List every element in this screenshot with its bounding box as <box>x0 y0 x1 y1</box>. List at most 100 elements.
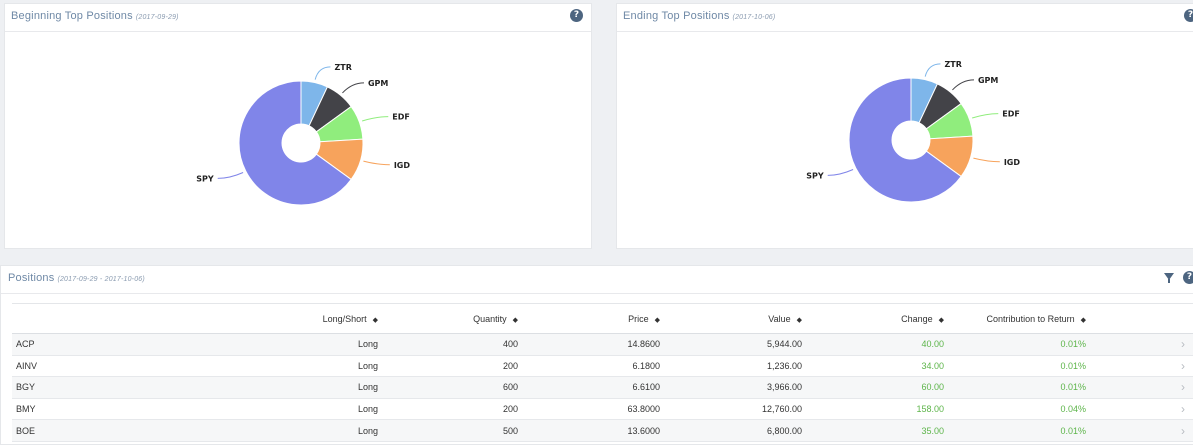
symbol-cell: ACP <box>12 333 132 356</box>
slice-label-igd: IGD <box>1004 158 1021 167</box>
table-row[interactable]: AINV Long 200 6.1800 1,236.00 34.00 0.01% › <box>12 355 1193 378</box>
help-icon[interactable]: ? <box>570 9 583 22</box>
value-cell: 3,966.00 <box>668 376 810 399</box>
value-header[interactable]: Value ◆ <box>668 303 810 334</box>
header-label: Value <box>768 313 791 324</box>
slice-label-gpm: GPM <box>978 76 998 85</box>
table-row[interactable]: BGY Long 600 6.6100 3,966.00 60.00 0.01% › <box>12 376 1193 399</box>
change-cell: 60.00 <box>810 376 952 399</box>
beginning-date: (2017-09-29) <box>135 14 179 21</box>
slice-label-ztr: ZTR <box>334 63 351 72</box>
change-cell: 35.00 <box>810 419 952 442</box>
symbol-cell: BGY <box>12 376 132 399</box>
leader-line-edf <box>362 116 389 122</box>
leader-line-ztr <box>924 63 941 77</box>
panel-header: Beginning Top Positions (2017-09-29) ? <box>5 4 591 32</box>
chevron-right-icon[interactable]: › <box>1094 398 1193 421</box>
leader-line-ztr <box>314 66 331 80</box>
contribution-header[interactable]: Contribution to Return ◆ <box>952 303 1094 334</box>
leader-line-igd <box>363 160 390 166</box>
leader-line-gpm <box>952 79 974 91</box>
table-row[interactable]: BOE Long 500 13.6000 6,800.00 35.00 0.01% › <box>12 419 1193 442</box>
value-cell: 1,236.00 <box>668 355 810 378</box>
beginning-pie-chart: ZTR GPM EDF IGD SPY <box>196 63 411 206</box>
long-short-cell: Long <box>132 419 386 442</box>
slice-label-spy: SPY <box>806 171 824 180</box>
symbol-header <box>12 303 132 334</box>
chevron-right-icon[interactable]: › <box>1094 333 1193 356</box>
slice-label-edf: EDF <box>392 113 410 122</box>
positions-date-range: (2017-09-29 - 2017-10-06) <box>57 276 145 283</box>
quantity-cell: 200 <box>386 398 526 421</box>
quantity-cell: 500 <box>386 419 526 442</box>
beginning-top-positions-panel: Beginning Top Positions (2017-09-29) ? ZT… <box>4 3 592 249</box>
header-label: Quantity <box>473 313 507 324</box>
value-cell: 12,760.00 <box>668 398 810 421</box>
slice-label-spy: SPY <box>196 174 214 183</box>
sort-icon[interactable]: ◆ <box>373 317 378 324</box>
sort-icon[interactable]: ◆ <box>939 317 944 324</box>
price-header[interactable]: Price ◆ <box>526 303 668 334</box>
contribution-cell: 0.01% <box>952 333 1094 356</box>
positions-table: Long/Short ◆ Quantity ◆ Price ◆ Value ◆ Chan… <box>12 303 1193 442</box>
sort-icon[interactable]: ◆ <box>655 317 660 324</box>
chevron-right-icon[interactable]: › <box>1094 419 1193 442</box>
change-cell: 40.00 <box>810 333 952 356</box>
positions-title: Positions <box>8 272 55 284</box>
contribution-cell: 0.04% <box>952 398 1094 421</box>
change-cell: 158.00 <box>810 398 952 421</box>
table-row[interactable]: ACP Long 400 14.8600 5,944.00 40.00 0.01% › <box>12 333 1193 356</box>
table-header-row: Long/Short ◆ Quantity ◆ Price ◆ Value ◆ Chan… <box>12 303 1193 334</box>
symbol-cell: AINV <box>12 355 132 378</box>
header-label: Price <box>628 313 649 324</box>
sort-icon[interactable]: ◆ <box>1081 317 1086 324</box>
quantity-header[interactable]: Quantity ◆ <box>386 303 526 334</box>
change-cell: 34.00 <box>810 355 952 378</box>
leader-line-igd <box>973 157 1000 163</box>
panel-title: Ending Top Positions (2017-10-06) <box>623 10 775 22</box>
price-cell: 6.1800 <box>526 355 668 378</box>
price-cell: 13.6000 <box>526 419 668 442</box>
chevron-right-icon[interactable]: › <box>1094 355 1193 378</box>
sort-icon[interactable]: ◆ <box>797 317 802 324</box>
ending-pie-chart: ZTR GPM EDF IGD SPY <box>806 60 1021 203</box>
sort-icon[interactable]: ◆ <box>513 317 518 324</box>
long-short-cell: Long <box>132 333 386 356</box>
help-icon[interactable]: ? <box>1183 271 1193 284</box>
change-header[interactable]: Change ◆ <box>810 303 952 334</box>
panel-header: Positions (2017-09-29 - 2017-10-06) ? <box>1 266 1193 294</box>
contribution-cell: 0.01% <box>952 355 1094 378</box>
chevron-right-icon[interactable]: › <box>1094 376 1193 399</box>
header-label: Contribution to Return <box>986 313 1075 324</box>
filter-icon[interactable] <box>1164 273 1174 283</box>
contribution-cell: 0.01% <box>952 419 1094 442</box>
value-cell: 6,800.00 <box>668 419 810 442</box>
slice-label-edf: EDF <box>1002 110 1020 119</box>
panel-title: Beginning Top Positions (2017-09-29) <box>11 10 179 22</box>
leader-line-edf <box>972 113 999 119</box>
table-row[interactable]: BMY Long 200 63.8000 12,760.00 158.00 0.04% › <box>12 398 1193 421</box>
value-cell: 5,944.00 <box>668 333 810 356</box>
quantity-cell: 200 <box>386 355 526 378</box>
long-short-cell: Long <box>132 398 386 421</box>
symbol-cell: BMY <box>12 398 132 421</box>
help-icon[interactable]: ? <box>1184 9 1193 22</box>
contribution-cell: 0.01% <box>952 376 1094 399</box>
leader-line-gpm <box>342 82 364 94</box>
ending-top-positions-panel: Ending Top Positions (2017-10-06) ? ZTR GP… <box>616 3 1193 249</box>
long-short-cell: Long <box>132 376 386 399</box>
slice-label-igd: IGD <box>394 161 411 170</box>
leader-line-spy <box>827 169 854 176</box>
price-cell: 63.8000 <box>526 398 668 421</box>
quantity-cell: 400 <box>386 333 526 356</box>
long-short-header[interactable]: Long/Short ◆ <box>132 303 386 334</box>
quantity-cell: 600 <box>386 376 526 399</box>
ending-title: Ending Top Positions <box>623 10 730 22</box>
panel-header: Ending Top Positions (2017-10-06) ? <box>617 4 1193 32</box>
panel-title: Positions (2017-09-29 - 2017-10-06) <box>8 272 145 284</box>
leader-line-spy <box>217 172 244 179</box>
ending-date: (2017-10-06) <box>732 14 776 21</box>
header-label: Long/Short <box>322 313 367 324</box>
beginning-title: Beginning Top Positions <box>11 10 133 22</box>
long-short-cell: Long <box>132 355 386 378</box>
